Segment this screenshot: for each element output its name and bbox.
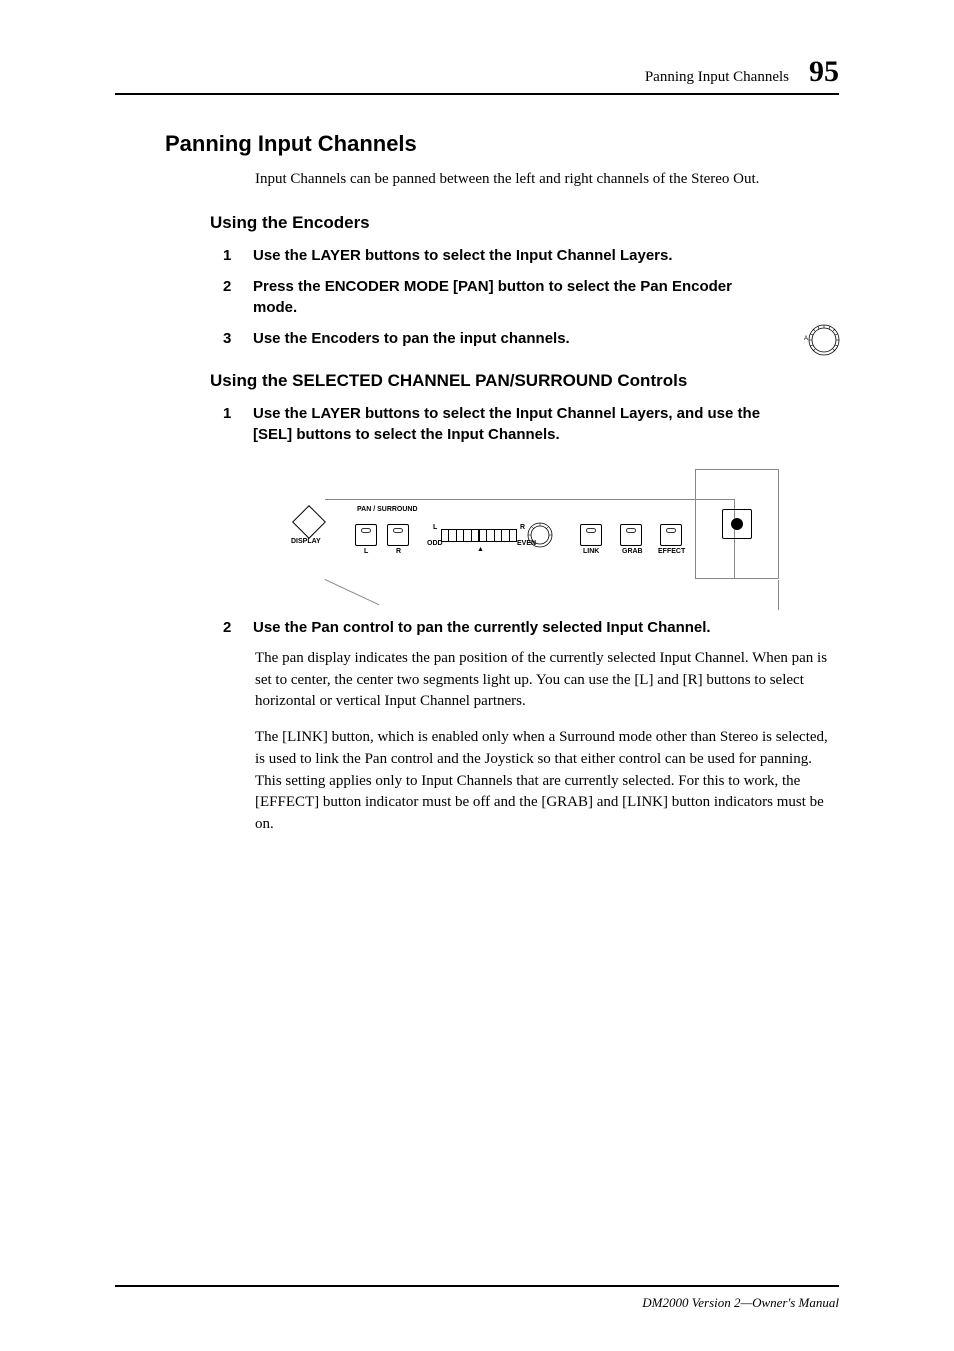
sel-button-icon: [722, 509, 752, 539]
pan-bargraph-icon: [441, 529, 517, 542]
step-item: 1 Use the LAYER buttons to select the In…: [223, 403, 839, 445]
encoder-knob-icon: A: [804, 322, 840, 358]
effect-button-icon: [660, 524, 682, 546]
r-label: R: [396, 548, 401, 555]
step-number: 3: [223, 328, 253, 349]
grab-label: GRAB: [622, 548, 643, 555]
encoder-label: A: [804, 336, 808, 342]
pan-surround-panel-figure: PAN / SURROUND DISPLAY L R L ODD ▲ R EVE…: [305, 469, 839, 589]
heading-selected-channel: Using the SELECTED CHANNEL PAN/SURROUND …: [210, 371, 839, 391]
step-number: 2: [223, 617, 253, 638]
body-paragraph: The [LINK] button, which is enabled only…: [255, 727, 839, 836]
l-button-icon: [355, 524, 377, 546]
grab-button-icon: [620, 524, 642, 546]
header-title: Panning Input Channels: [645, 69, 789, 86]
page-footer: DM2000 Version 2—Owner's Manual: [115, 1285, 839, 1311]
sel-button-figure: [695, 469, 779, 579]
step-item: 3 Use the Encoders to pan the input chan…: [223, 328, 839, 349]
step-text: Use the LAYER buttons to select the Inpu…: [253, 403, 839, 445]
pan-knob-icon: [527, 522, 553, 553]
r-side-label: R: [520, 524, 525, 531]
step-number: 1: [223, 403, 253, 445]
arrow-label: ▲: [477, 546, 484, 553]
step-text: Use the Encoders to pan the input channe…: [253, 328, 839, 349]
step-text: Press the ENCODER MODE [PAN] button to s…: [253, 276, 839, 318]
l-side-label: L: [433, 524, 437, 531]
heading-1: Panning Input Channels: [165, 131, 839, 157]
step-text: Use the LAYER buttons to select the Inpu…: [253, 245, 839, 266]
effect-label: EFFECT: [658, 548, 685, 555]
l-label: L: [364, 548, 368, 555]
step-text: Use the Pan control to pan the currently…: [253, 617, 839, 638]
step-item: 2 Press the ENCODER MODE [PAN] button to…: [223, 276, 839, 318]
heading-encoders: Using the Encoders: [210, 213, 839, 233]
step-item: 1 Use the LAYER buttons to select the In…: [223, 245, 839, 266]
panel-title-label: PAN / SURROUND: [357, 506, 418, 513]
body-paragraph: The pan display indicates the pan positi…: [255, 648, 839, 713]
display-button-icon: [292, 505, 326, 539]
link-button-icon: [580, 524, 602, 546]
display-label: DISPLAY: [291, 538, 321, 545]
page-header: Panning Input Channels 95: [115, 55, 839, 95]
step-item: 2 Use the Pan control to pan the current…: [223, 617, 839, 638]
step-number: 2: [223, 276, 253, 318]
r-button-icon: [387, 524, 409, 546]
intro-text: Input Channels can be panned between the…: [255, 169, 839, 191]
page-number: 95: [809, 55, 839, 89]
link-label: LINK: [583, 548, 599, 555]
step-number: 1: [223, 245, 253, 266]
